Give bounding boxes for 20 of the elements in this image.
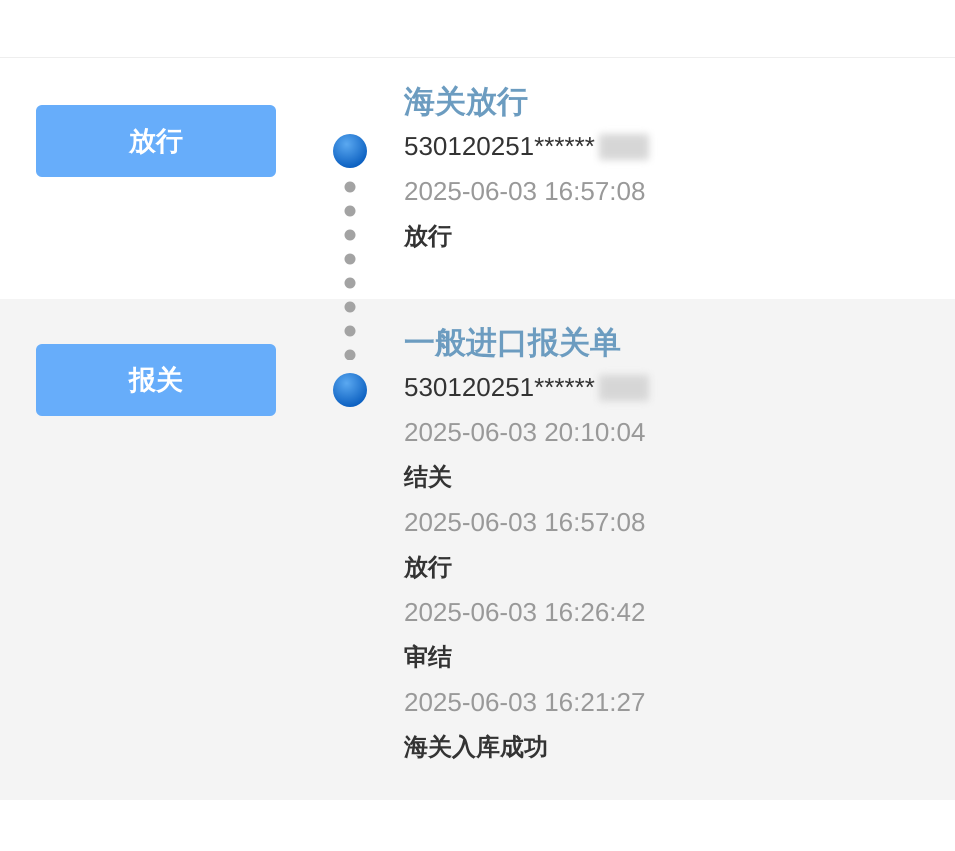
event-time: 2025-06-03 16:21:27 — [404, 686, 646, 719]
event-status: 结关 — [404, 462, 453, 493]
declaration-number: 530120251****** — [404, 372, 595, 403]
event-status: 放行 — [404, 552, 453, 583]
event-time: 2025-06-03 20:10:04 — [404, 416, 646, 449]
event-status: 审结 — [404, 642, 453, 673]
record-title: 海关放行 — [404, 83, 529, 122]
event-status: 海关入库成功 — [404, 732, 549, 763]
event-status: 放行 — [404, 221, 453, 252]
event-time: 2025-06-03 16:57:08 — [404, 175, 646, 208]
timeline-dot-icon — [332, 372, 368, 408]
timeline-dot-icon — [332, 133, 368, 169]
status-button[interactable]: 报关 — [36, 344, 276, 416]
event-time: 2025-06-03 16:26:42 — [404, 596, 646, 629]
status-button[interactable]: 放行 — [36, 105, 276, 177]
declaration-number: 530120251****** — [404, 131, 595, 162]
redaction-blur — [598, 374, 649, 400]
event-time: 2025-06-03 16:57:08 — [404, 506, 646, 539]
record-title: 一般进口报关单 — [404, 324, 622, 363]
redaction-blur — [598, 134, 649, 160]
